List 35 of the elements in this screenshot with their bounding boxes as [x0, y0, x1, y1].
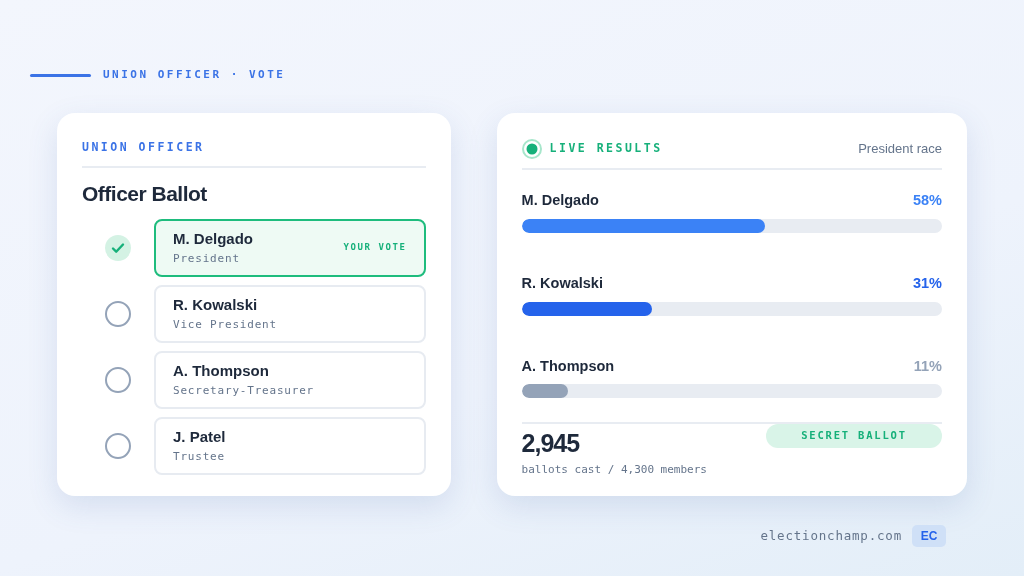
ballot-title: Officer Ballot [82, 181, 208, 208]
candidate-role: Trustee [173, 448, 226, 465]
site-link[interactable]: electionchamp.com [760, 526, 902, 546]
candidate-option[interactable]: A. Thompson Secretary-Treasurer [154, 350, 426, 409]
candidate-role: Vice President [173, 316, 278, 333]
candidate-option[interactable]: R. Kowalski Vice President [154, 284, 426, 343]
live-icon [521, 139, 542, 159]
candidate-name: J. Patel [173, 427, 227, 448]
check-icon[interactable] [105, 234, 131, 261]
result-percent: 31% [912, 273, 942, 293]
header-rule [30, 73, 91, 77]
radio-button[interactable] [105, 432, 131, 459]
logo-badge: EC [912, 525, 946, 547]
result-name: R. Kowalski [521, 273, 603, 293]
results-label: LIVE RESULTS [549, 140, 664, 158]
candidate-name: M. Delgado [173, 229, 254, 250]
candidate-role: Secretary-Treasurer [173, 382, 316, 399]
result-name: M. Delgado [521, 191, 599, 210]
result-percent: 11% [913, 356, 942, 376]
race-label: President race [858, 140, 942, 159]
candidate-role: President [173, 250, 241, 267]
page-title: UNION OFFICER · VOTE [103, 66, 286, 83]
candidate-option[interactable]: M. Delgado President YOUR VOTE [154, 218, 426, 277]
radio-button[interactable] [105, 300, 131, 327]
secret-ballot-badge: SECRET BALLOT [766, 424, 942, 448]
result-percent: 58% [912, 191, 942, 210]
ballot-count: 2,945 [521, 430, 581, 458]
candidate-name: A. Thompson [173, 361, 270, 382]
count-caption: ballots cast / 4,300 members [521, 461, 707, 478]
result-name: A. Thompson [521, 356, 615, 376]
section-label: UNION OFFICER [82, 139, 206, 156]
vote-tag: YOUR VOTE [343, 241, 407, 255]
radio-button[interactable] [105, 366, 131, 393]
candidate-option[interactable]: J. Patel Trustee [154, 416, 426, 475]
candidate-name: R. Kowalski [173, 295, 259, 316]
